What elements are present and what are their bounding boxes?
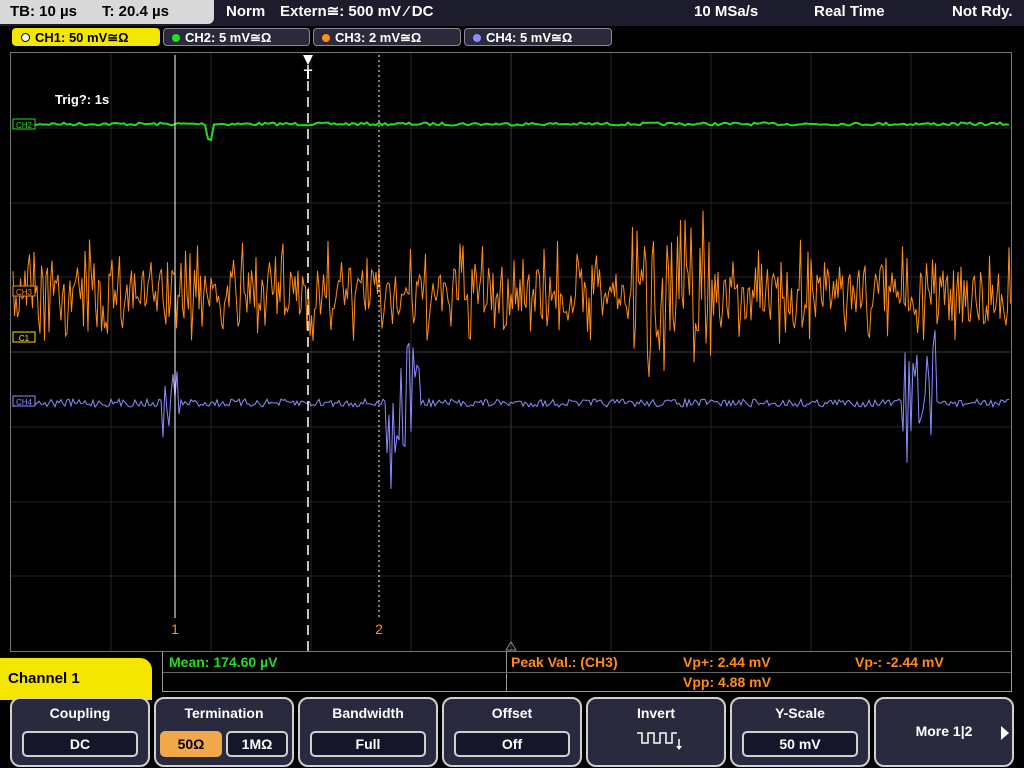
- ch3-ground-marker: CH3: [12, 285, 36, 297]
- timebase-panel[interactable]: TB: 10 µs T: 20.4 µs: [0, 0, 214, 24]
- measurement-panel: Mean: 174.60 µV Peak Val.: (CH3) Vp+: 2.…: [162, 652, 1012, 692]
- vp-minus-value: Vp-: -2.44 mV: [855, 654, 944, 670]
- offset-value: Off: [454, 731, 570, 757]
- circle-icon: [172, 34, 180, 42]
- acquisition-state: Not Rdy.: [952, 3, 1013, 20]
- termination-softkey[interactable]: Termination 50Ω 1MΩ: [154, 697, 294, 767]
- cursor-1-label: 1: [171, 621, 179, 637]
- acquisition-mode: Real Time: [814, 3, 885, 20]
- tab-channel-3[interactable]: CH3: 2 mV≅Ω: [313, 28, 461, 46]
- trigger-time-value: T: 20.4 µs: [102, 3, 170, 20]
- termination-1-mohm-option[interactable]: 1MΩ: [226, 731, 288, 757]
- svg-text:CH2: CH2: [16, 121, 33, 130]
- invert-softkey[interactable]: Invert: [586, 697, 726, 767]
- trigger-source[interactable]: Extern≅: 500 mV ⁄ DC: [280, 0, 433, 24]
- channel-menu-title: Channel 1: [0, 658, 152, 700]
- divider: [163, 672, 1011, 673]
- vp-plus-value: Vp+: 2.44 mV: [683, 654, 771, 670]
- softkey-title: Termination: [184, 705, 264, 721]
- sample-rate: 10 MSa/s: [694, 3, 759, 20]
- timebase-value: TB: 10 µs: [10, 3, 77, 20]
- coupling-softkey[interactable]: Coupling DC: [10, 697, 150, 767]
- coupling-value: DC: [22, 731, 138, 757]
- trace-group: [12, 121, 1011, 489]
- tab-label: CH1: 50 mV≅Ω: [35, 30, 129, 45]
- y-scale-softkey[interactable]: Y-Scale 50 mV: [730, 697, 870, 767]
- more-label: More 1|2: [915, 723, 973, 739]
- softkey-title: Y-Scale: [775, 705, 825, 721]
- tab-label: CH3: 2 mV≅Ω: [335, 30, 422, 45]
- cursor-2-label: 2: [375, 621, 383, 637]
- circle-icon: [322, 34, 330, 42]
- softkey-title: Coupling: [49, 705, 111, 721]
- more-softkey[interactable]: More 1|2: [874, 697, 1014, 767]
- svg-text:CH3: CH3: [16, 288, 33, 297]
- trigger-info: Trig?: 1s: [55, 92, 109, 107]
- mean-measurement: Mean: 174.60 µV: [169, 654, 278, 670]
- ch1-ground-marker: C1: [12, 331, 36, 343]
- bandwidth-value: Full: [310, 731, 426, 757]
- tab-label: CH4: 5 mV≅Ω: [486, 30, 573, 45]
- svg-text:C1: C1: [19, 334, 30, 343]
- waveform-display[interactable]: T Trig?: 1s CH2 CH3 C1 CH4 1 2: [10, 52, 1012, 652]
- graticule-grid: [11, 53, 1011, 651]
- softkey-title: Offset: [491, 705, 533, 721]
- offset-softkey[interactable]: Offset Off: [442, 697, 582, 767]
- tab-label: CH2: 5 mV≅Ω: [185, 30, 272, 45]
- termination-50-ohm-option[interactable]: 50Ω: [160, 731, 222, 757]
- circle-icon: [473, 34, 481, 42]
- trigger-marker-label: T: [304, 66, 313, 82]
- svg-text:CH4: CH4: [16, 398, 33, 407]
- circle-icon: [21, 33, 30, 42]
- waveform-canvas: T Trig?: 1s CH2 CH3 C1 CH4 1 2: [11, 53, 1011, 651]
- ch2-ground-marker: CH2: [12, 118, 36, 130]
- peak-label: Peak Val.: (CH3): [511, 654, 618, 670]
- bandwidth-softkey[interactable]: Bandwidth Full: [298, 697, 438, 767]
- vpp-value: Vpp: 4.88 mV: [683, 674, 771, 690]
- softkey-title: Invert: [636, 705, 676, 721]
- ch4-ground-marker: CH4: [12, 395, 36, 407]
- invert-waveform-icon: [637, 732, 682, 750]
- tab-channel-2[interactable]: CH2: 5 mV≅Ω: [163, 28, 310, 46]
- y-scale-value: 50 mV: [742, 731, 858, 757]
- next-page-icon: [1001, 726, 1009, 740]
- softkey-title: Bandwidth: [332, 705, 404, 721]
- trigger-mode[interactable]: Norm: [226, 0, 265, 24]
- tab-channel-4[interactable]: CH4: 5 mV≅Ω: [464, 28, 612, 46]
- tab-channel-1[interactable]: CH1: 50 mV≅Ω: [12, 28, 160, 46]
